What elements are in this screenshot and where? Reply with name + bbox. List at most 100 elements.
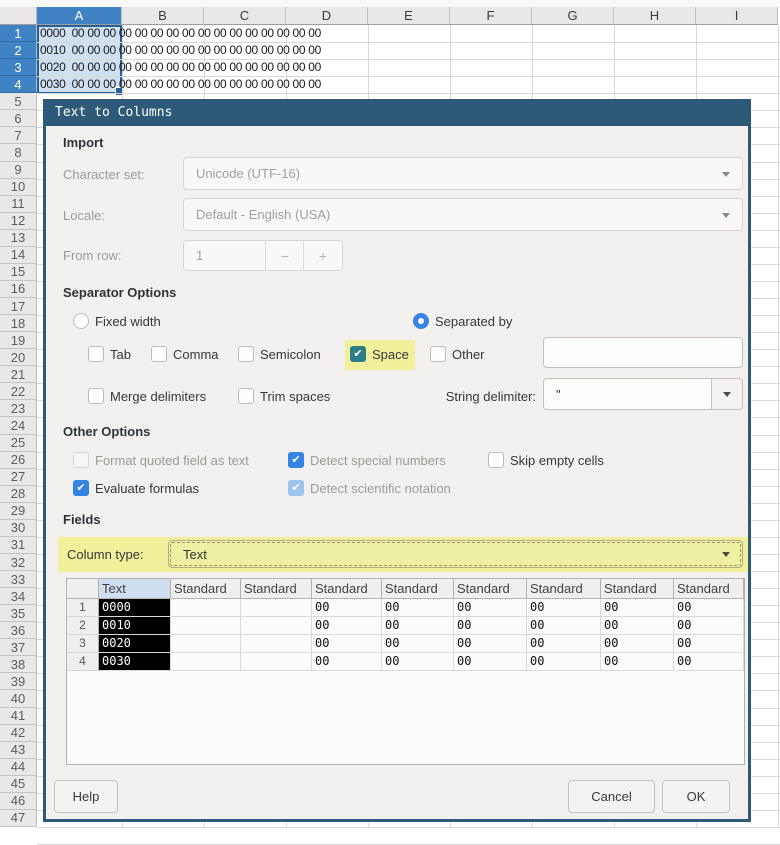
row-header-13[interactable]: 13 [0,229,37,247]
preview-cell[interactable] [171,635,241,653]
row-header-6[interactable]: 6 [0,110,37,128]
row-header-14[interactable]: 14 [0,246,37,264]
tab-checkbox[interactable]: ✔ [88,346,104,362]
row-header-22[interactable]: 22 [0,383,37,401]
row-header-42[interactable]: 42 [0,724,37,742]
row-header-33[interactable]: 33 [0,571,37,589]
preview-cell[interactable] [241,617,312,635]
row-header-46[interactable]: 46 [0,792,37,810]
preview-column-header-5[interactable]: Standard [382,579,454,599]
skip-empty-cells-checkbox[interactable]: ✔ [488,452,504,468]
row-header-40[interactable]: 40 [0,690,37,708]
row-header-41[interactable]: 41 [0,707,37,725]
row-header-19[interactable]: 19 [0,332,37,350]
comma-checkbox[interactable]: ✔ [151,346,167,362]
column-header-I[interactable]: I [696,7,778,25]
preview-cell[interactable]: 00 [312,653,382,671]
preview-column-header-2[interactable]: Standard [171,579,241,599]
row-header-32[interactable]: 32 [0,553,37,572]
row-header-20[interactable]: 20 [0,349,37,367]
row-header-7[interactable]: 7 [0,127,37,145]
row-header-37[interactable]: 37 [0,639,37,657]
other-checkbox[interactable]: ✔ [430,346,446,362]
fixed-width-radio[interactable] [73,313,89,329]
preview-cell[interactable]: 00 [527,653,601,671]
preview-cell[interactable]: 0000 [99,599,171,617]
row-header-9[interactable]: 9 [0,161,37,179]
row-header-27[interactable]: 27 [0,468,37,486]
preview-cell[interactable]: 00 [454,653,527,671]
row-header-3[interactable]: 3 [0,59,37,77]
preview-cell[interactable] [241,599,312,617]
evaluate-formulas-checkbox[interactable]: ✔ [73,480,89,496]
preview-cell[interactable]: 0020 [99,635,171,653]
column-header-D[interactable]: D [286,7,368,25]
preview-cell[interactable]: 0010 [99,617,171,635]
space-checkbox[interactable]: ✔ [350,346,366,362]
ok-button[interactable]: OK [662,780,730,813]
row-header-44[interactable]: 44 [0,758,37,776]
row-header-39[interactable]: 39 [0,673,37,691]
help-button[interactable]: Help [54,780,118,813]
preview-column-header-3[interactable]: Standard [241,579,312,599]
preview-column-header-4[interactable]: Standard [312,579,382,599]
separated-by-radio[interactable] [413,313,429,329]
preview-cell[interactable]: 00 [312,617,382,635]
row-header-4[interactable]: 4 [0,76,37,94]
row-header-11[interactable]: 11 [0,195,37,213]
preview-cell[interactable]: 00 [674,617,744,635]
string-delimiter-combobox[interactable]: " [543,378,743,410]
preview-cell[interactable]: 00 [674,635,744,653]
preview-cell[interactable] [241,635,312,653]
row-header-31[interactable]: 31 [0,536,37,554]
row-header-8[interactable]: 8 [0,144,37,162]
preview-cell[interactable] [171,599,241,617]
preview-cell[interactable] [171,653,241,671]
preview-column-header-0[interactable] [67,579,99,599]
row-header-18[interactable]: 18 [0,315,37,333]
row-header-30[interactable]: 30 [0,519,37,537]
column-header-F[interactable]: F [450,7,532,25]
dialog-titlebar[interactable]: Text to Columns [43,99,751,126]
preview-cell[interactable]: 00 [312,635,382,653]
preview-column-header-1[interactable]: Text [99,579,171,599]
preview-cell[interactable]: 0030 [99,653,171,671]
cancel-button[interactable]: Cancel [568,780,655,813]
row-header-38[interactable]: 38 [0,656,37,674]
trim-spaces-checkbox[interactable]: ✔ [238,388,254,404]
string-delimiter-dropdown-button[interactable] [711,379,742,409]
column-header-B[interactable]: B [122,7,204,25]
row-header-29[interactable]: 29 [0,502,37,520]
row-header-23[interactable]: 23 [0,400,37,418]
fields-preview-table[interactable]: Text Standard Standard Standard Standard Stan… [66,578,745,765]
preview-column-header-9[interactable]: Standard [674,579,744,599]
row-header-12[interactable]: 12 [0,212,37,230]
preview-cell[interactable]: 00 [674,653,744,671]
preview-cell[interactable]: 00 [674,599,744,617]
row-header-26[interactable]: 26 [0,451,37,469]
row-header-45[interactable]: 45 [0,775,37,793]
row-header-35[interactable]: 35 [0,605,37,623]
column-header-E[interactable]: E [368,7,450,25]
column-header-A[interactable]: A [37,7,122,25]
select-all-corner[interactable] [0,7,37,25]
other-separator-input[interactable] [543,337,743,368]
row-header-17[interactable]: 17 [0,298,37,316]
preview-cell[interactable]: 00 [601,635,674,653]
preview-cell[interactable]: 00 [312,599,382,617]
row-header-1[interactable]: 1 [0,25,37,43]
preview-cell[interactable]: 00 [527,635,601,653]
column-type-dropdown[interactable]: Text [168,540,743,568]
preview-cell[interactable]: 00 [382,599,454,617]
preview-cell[interactable]: 00 [454,599,527,617]
preview-cell[interactable] [241,653,312,671]
row-header-28[interactable]: 28 [0,485,37,503]
preview-cell[interactable]: 00 [382,617,454,635]
merge-delimiters-checkbox[interactable]: ✔ [88,388,104,404]
preview-cell[interactable]: 00 [527,599,601,617]
row-header-24[interactable]: 24 [0,417,37,435]
semicolon-checkbox[interactable]: ✔ [238,346,254,362]
preview-column-header-8[interactable]: Standard [601,579,674,599]
column-header-C[interactable]: C [204,7,286,25]
preview-column-header-7[interactable]: Standard [527,579,601,599]
